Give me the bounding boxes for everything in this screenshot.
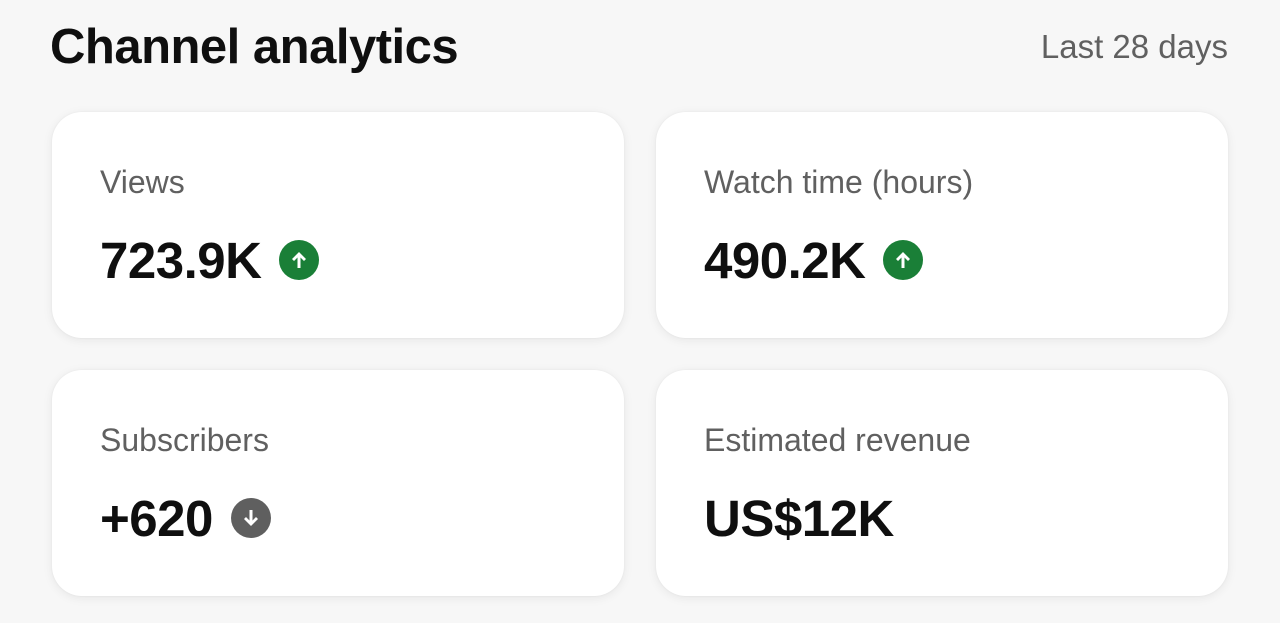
revenue-value: US$12K — [704, 489, 894, 547]
analytics-header: Channel analytics Last 28 days — [50, 14, 1228, 80]
arrow-up-icon — [279, 240, 320, 280]
views-card[interactable]: Views 723.9K — [52, 112, 624, 338]
revenue-card[interactable]: Estimated revenue US$12K — [656, 370, 1228, 596]
card-label-revenue: Estimated revenue — [704, 422, 971, 458]
date-range-label[interactable]: Last 28 days — [1041, 28, 1228, 66]
page-title: Channel analytics — [50, 20, 459, 74]
arrow-up-icon — [883, 240, 924, 280]
watch-time-card[interactable]: Watch time (hours) 490.2K — [656, 112, 1228, 338]
subscribers-value: +620 — [100, 489, 213, 547]
subscribers-card[interactable]: Subscribers +620 — [52, 370, 624, 596]
card-label-views: Views — [100, 164, 185, 200]
watch-time-value: 490.2K — [704, 231, 866, 289]
card-label-subscribers: Subscribers — [100, 422, 269, 458]
arrow-down-icon — [230, 498, 271, 538]
card-label-watch-time: Watch time (hours) — [704, 164, 974, 200]
views-value: 723.9K — [100, 231, 262, 289]
